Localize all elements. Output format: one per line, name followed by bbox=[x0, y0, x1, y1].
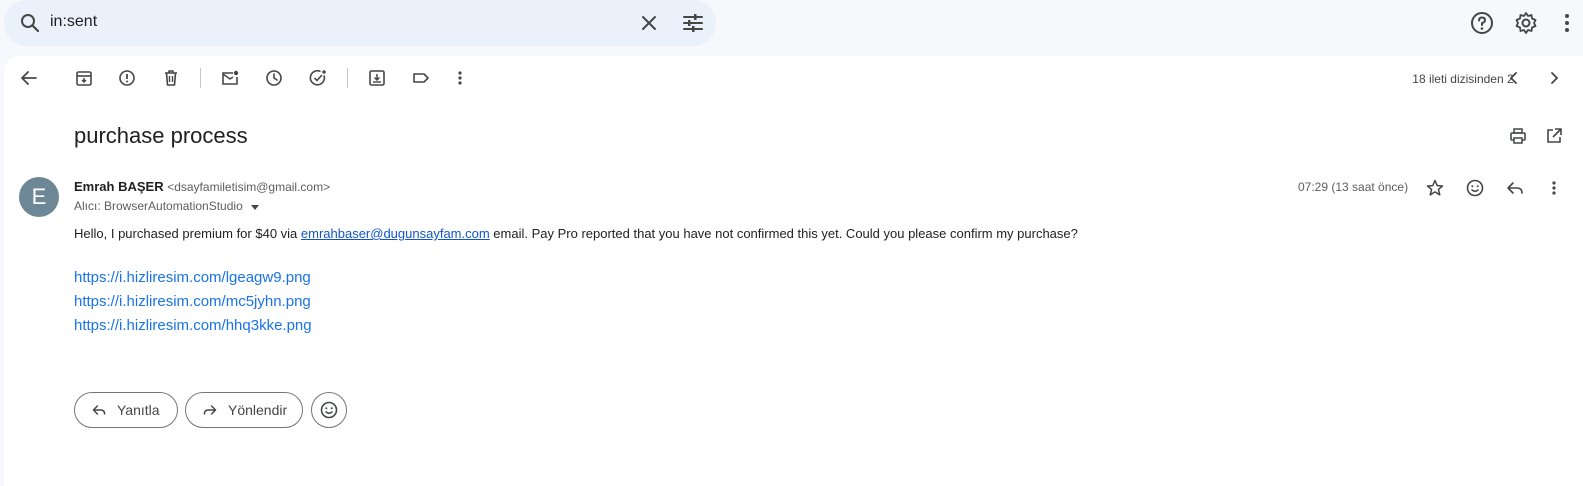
forward-icon bbox=[203, 405, 217, 415]
reply-label: Yanıtla bbox=[117, 402, 160, 418]
avatar[interactable]: E bbox=[19, 177, 59, 217]
emoji-icon bbox=[320, 401, 338, 419]
move-to-icon[interactable] bbox=[365, 66, 389, 90]
more-vert-icon[interactable] bbox=[1559, 10, 1575, 36]
forward-label: Yönlendir bbox=[228, 402, 288, 418]
tune-icon[interactable] bbox=[680, 10, 706, 36]
sender-name[interactable]: Emrah BAŞER bbox=[74, 179, 164, 194]
reply-button[interactable]: Yanıtla bbox=[74, 392, 178, 428]
message-time: 07:29 (13 saat önce) bbox=[1298, 180, 1409, 194]
help-icon[interactable] bbox=[1469, 10, 1495, 36]
toolbar-divider bbox=[200, 68, 201, 88]
more-vert-icon[interactable] bbox=[1542, 176, 1566, 200]
back-arrow-icon[interactable] bbox=[17, 66, 41, 90]
emoji-icon[interactable] bbox=[1463, 176, 1487, 200]
image-link[interactable]: https://i.hizliresim.com/mc5jyhn.png bbox=[74, 290, 312, 314]
image-link[interactable]: https://i.hizliresim.com/hhq3kke.png bbox=[74, 314, 312, 338]
chevron-left-icon[interactable] bbox=[1502, 66, 1526, 90]
snooze-icon[interactable] bbox=[262, 66, 286, 90]
toolbar-divider bbox=[347, 68, 348, 88]
report-spam-icon[interactable] bbox=[115, 66, 139, 90]
star-icon[interactable] bbox=[1423, 176, 1447, 200]
archive-icon[interactable] bbox=[72, 66, 96, 90]
caret-down-icon[interactable] bbox=[250, 202, 260, 212]
mark-unread-icon[interactable] bbox=[218, 66, 242, 90]
close-icon[interactable] bbox=[636, 10, 662, 36]
reply-icon[interactable] bbox=[1503, 176, 1527, 200]
label-icon[interactable] bbox=[409, 66, 433, 90]
gear-icon[interactable] bbox=[1513, 10, 1539, 36]
message-body: Hello, I purchased premium for $40 via e… bbox=[74, 226, 1078, 241]
recipient-line[interactable]: Alıcı: BrowserAutomationStudio bbox=[74, 199, 260, 213]
top-bar: in:sent bbox=[0, 0, 1583, 56]
more-vert-icon[interactable] bbox=[448, 66, 472, 90]
open-in-new-icon[interactable] bbox=[1542, 124, 1566, 148]
chevron-right-icon[interactable] bbox=[1542, 66, 1566, 90]
reply-icon bbox=[92, 405, 106, 415]
sender-line: Emrah BAŞER <dsayfamiletisim@gmail.com> bbox=[74, 179, 330, 194]
emoji-reaction-button[interactable] bbox=[311, 392, 347, 428]
search-icon[interactable] bbox=[18, 11, 42, 35]
message-subject: purchase process bbox=[74, 123, 248, 148]
body-text-end: email. Pay Pro reported that you have no… bbox=[489, 226, 1078, 241]
search-bar[interactable]: in:sent bbox=[4, 0, 716, 46]
recipient-label: Alıcı: BrowserAutomationStudio bbox=[74, 199, 243, 213]
print-icon[interactable] bbox=[1506, 124, 1530, 148]
image-links: https://i.hizliresim.com/lgeagw9.png htt… bbox=[74, 266, 312, 338]
image-link[interactable]: https://i.hizliresim.com/lgeagw9.png bbox=[74, 266, 312, 290]
search-input[interactable]: in:sent bbox=[50, 13, 97, 31]
delete-icon[interactable] bbox=[159, 66, 183, 90]
sender-email: <dsayfamiletisim@gmail.com> bbox=[167, 180, 331, 194]
body-text-start: Hello, I purchased premium for $40 via bbox=[74, 226, 301, 241]
message-panel: 18 ileti dizisinden 2. purchase process … bbox=[4, 56, 1583, 486]
body-email-link[interactable]: emrahbaser@dugunsayfam.com bbox=[301, 226, 490, 241]
add-task-icon[interactable] bbox=[306, 66, 330, 90]
forward-button[interactable]: Yönlendir bbox=[185, 392, 303, 428]
